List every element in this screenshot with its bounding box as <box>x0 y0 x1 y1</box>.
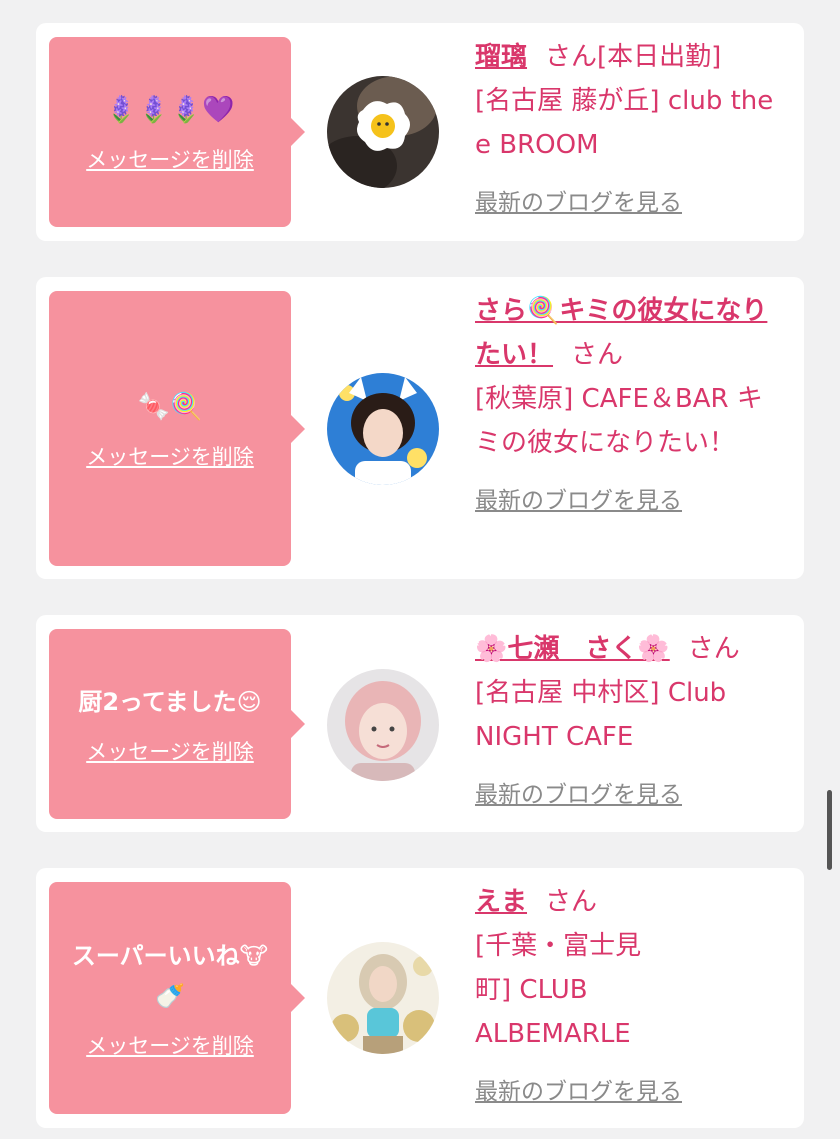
scrollbar[interactable] <box>827 790 832 870</box>
delete-message-link[interactable]: メッセージを削除 <box>86 144 254 174</box>
shop-info: [名古屋 中村区] Club NIGHT CAFE <box>475 678 727 752</box>
cast-name-link[interactable]: えま <box>475 887 527 917</box>
message-text: 🍬🍭 <box>137 391 203 422</box>
latest-blog-link[interactable]: 最新のブログを見る <box>475 479 682 523</box>
delete-message-link[interactable]: メッセージを削除 <box>86 441 254 471</box>
message-card: スーパーいいね🐮🍼 メッセージを削除 えま さん [千葉・富士見町] CLUB A… <box>36 868 804 1128</box>
avatar[interactable] <box>327 669 439 781</box>
shop-info: [秋葉原] CAFE＆BAR キミの彼女になりたい！ <box>475 384 763 458</box>
delete-message-link[interactable]: メッセージを削除 <box>86 1030 254 1060</box>
latest-blog-link[interactable]: 最新のブログを見る <box>475 181 682 225</box>
delete-message-link[interactable]: メッセージを削除 <box>86 736 254 766</box>
message-text: 厨2ってました😌 <box>78 688 262 716</box>
avatar[interactable] <box>327 373 439 485</box>
cast-info: 🌸七瀬 さく🌸 さん [名古屋 中村区] Club NIGHT CAFE 最新のブ… <box>475 627 780 817</box>
message-bubble: スーパーいいね🐮🍼 メッセージを削除 <box>49 882 305 1114</box>
cast-info: えま さん [千葉・富士見町] CLUB ALBEMARLE 最新のブログを見る <box>475 880 780 1114</box>
cast-name-link[interactable]: 🌸七瀬 さく🌸 <box>475 634 670 664</box>
message-text: 🪻🪻🪻💜 <box>105 95 235 125</box>
honorific: さん <box>545 887 598 917</box>
message-text: スーパーいいね🐮🍼 <box>71 942 269 1010</box>
cast-info: 瑠璃 さん[本日出勤] [名古屋 藤が丘] club the e BROOM 最新… <box>475 35 780 225</box>
cast-info: さら🍭キミの彼女になりたい！ さん [秋葉原] CAFE＆BAR キミの彼女になり… <box>475 289 780 523</box>
latest-blog-link[interactable]: 最新のブログを見る <box>475 773 682 817</box>
message-bubble: 厨2ってました😌 メッセージを削除 <box>49 629 305 819</box>
honorific: さん <box>687 634 740 664</box>
latest-blog-link[interactable]: 最新のブログを見る <box>475 1070 682 1114</box>
avatar[interactable] <box>327 76 439 188</box>
message-card: 厨2ってました😌 メッセージを削除 🌸七瀬 さく🌸 さん [名古屋 中村区] Cl… <box>36 615 804 832</box>
shop-info: [名古屋 藤が丘] club the e BROOM <box>475 86 774 160</box>
message-card: 🍬🍭 メッセージを削除 さら🍭キミの彼女になりたい！ さん [秋葉原] CAFE＆… <box>36 277 804 579</box>
honorific: さん <box>545 42 598 72</box>
shop-info: [千葉・富士見町] CLUB ALBEMARLE <box>475 931 642 1049</box>
honorific: さん <box>571 340 624 370</box>
cast-name-link[interactable]: 瑠璃 <box>475 42 527 72</box>
message-bubble: 🪻🪻🪻💜 メッセージを削除 <box>49 37 305 227</box>
status-badge: [本日出勤] <box>597 42 722 72</box>
avatar[interactable] <box>327 942 439 1054</box>
message-card: 🪻🪻🪻💜 メッセージを削除 瑠璃 さん[本日出勤] [名古屋 藤が丘] club … <box>36 23 804 241</box>
message-bubble: 🍬🍭 メッセージを削除 <box>49 291 305 566</box>
